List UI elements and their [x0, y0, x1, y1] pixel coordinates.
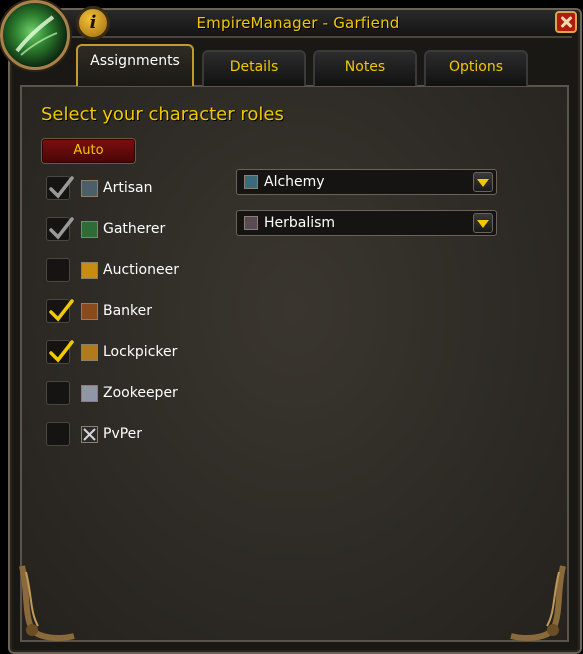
- role-row-gatherer: Gatherer: [46, 217, 226, 243]
- gatherer-icon: [81, 221, 98, 238]
- corner-ornament-right-icon: [510, 565, 566, 641]
- auctioneer-icon: [81, 262, 98, 279]
- checkmark-icon: [49, 217, 74, 240]
- auto-button[interactable]: Auto: [42, 139, 135, 163]
- role-checkbox[interactable]: [46, 422, 70, 446]
- info-button[interactable]: i: [76, 6, 110, 40]
- lockpicker-icon: [81, 344, 98, 361]
- role-label: Auctioneer: [103, 262, 179, 278]
- role-checkbox[interactable]: [46, 299, 74, 323]
- role-label: Gatherer: [103, 221, 166, 237]
- role-row-banker: Banker: [46, 299, 226, 325]
- role-label: Lockpicker: [103, 344, 178, 360]
- checkmark-icon: [49, 299, 74, 322]
- herbalism-icon: [244, 216, 258, 230]
- role-checkbox[interactable]: [46, 176, 74, 200]
- role-checkbox[interactable]: [46, 258, 70, 282]
- role-row-lockpicker: Lockpicker: [46, 340, 226, 366]
- portrait-art-icon: [15, 15, 58, 56]
- dropdown-value: Herbalism: [264, 215, 336, 231]
- banker-icon: [81, 303, 98, 320]
- role-checkbox[interactable]: [46, 340, 74, 364]
- role-label: PvPer: [103, 426, 143, 442]
- role-row-artisan: Artisan: [46, 176, 226, 202]
- chevron-down-icon[interactable]: [473, 172, 493, 192]
- role-row-zookeeper: Zookeeper: [46, 381, 226, 407]
- checkmark-icon: [49, 340, 74, 363]
- close-button[interactable]: [555, 11, 577, 33]
- checkmark-icon: [49, 176, 74, 199]
- pvp-icon: [81, 426, 98, 443]
- chevron-down-icon[interactable]: [473, 213, 493, 233]
- addon-window: EmpireManager - Garfiend i Assignments D…: [0, 0, 583, 654]
- character-portrait: [0, 0, 70, 70]
- dropdown-value: Alchemy: [264, 174, 325, 190]
- corner-ornament-left-icon: [19, 565, 75, 641]
- alchemy-icon: [244, 175, 258, 189]
- tab-assignments[interactable]: Assignments: [76, 44, 194, 86]
- role-checkbox[interactable]: [46, 217, 74, 241]
- tab-options[interactable]: Options: [424, 50, 528, 86]
- artisan-icon: [81, 180, 98, 197]
- page-title: Select your character roles: [41, 104, 284, 125]
- role-label: Banker: [103, 303, 153, 319]
- role-checkbox[interactable]: [46, 381, 70, 405]
- role-row-pvper: PvPer: [46, 422, 226, 448]
- profession-dropdown-1[interactable]: Alchemy: [236, 169, 497, 195]
- zookeeper-icon: [81, 385, 98, 402]
- profession-dropdown-2[interactable]: Herbalism: [236, 210, 497, 236]
- role-row-auctioneer: Auctioneer: [46, 258, 226, 284]
- role-label: Artisan: [103, 180, 153, 196]
- tab-notes[interactable]: Notes: [313, 50, 417, 86]
- role-label: Zookeeper: [103, 385, 178, 401]
- tab-details[interactable]: Details: [202, 50, 306, 86]
